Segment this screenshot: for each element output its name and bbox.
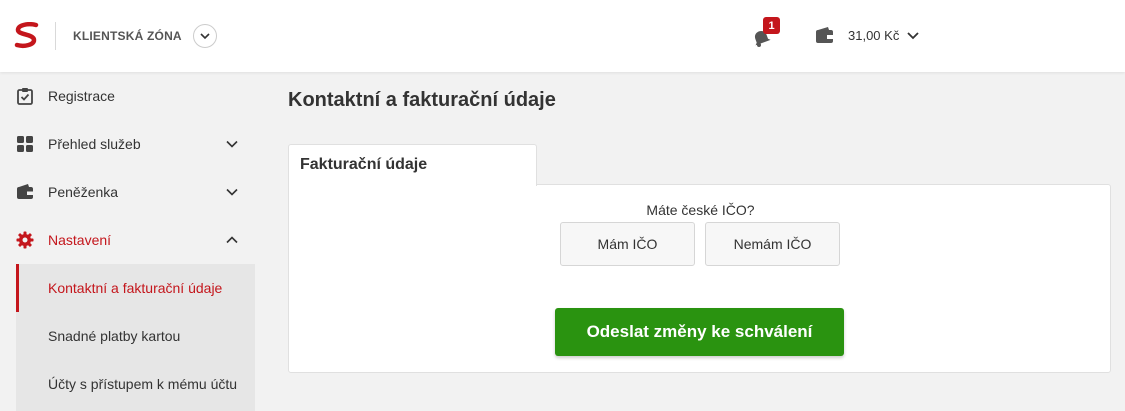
submenu-item-label: Účty s přístupem k mému účtu [48, 376, 238, 392]
sidebar-item-label: Nastavení [48, 232, 112, 248]
notification-count-badge: 1 [763, 17, 780, 34]
billing-panel: Máte české IČO? Mám IČO Nemám IČO Odesla… [288, 184, 1111, 373]
sidebar-item-penezenka[interactable]: Peněženka [0, 168, 255, 216]
zone-dropdown-button[interactable] [193, 24, 217, 48]
header-divider [55, 22, 56, 50]
no-ico-button[interactable]: Nemám IČO [705, 222, 840, 266]
ico-question: Máte české IČO? [646, 202, 755, 218]
sidebar-item-label: Peněženka [48, 184, 119, 200]
logo-icon[interactable] [14, 22, 40, 50]
wallet-balance[interactable]: 31,00 Kč [848, 28, 899, 43]
tab-label: Fakturační údaje [300, 156, 428, 173]
clipboard-check-icon [17, 88, 33, 105]
zone-label: KLIENTSKÁ ZÓNA [73, 29, 182, 43]
chevron-down-icon [200, 33, 210, 40]
sidebar-item-prehled-sluzeb[interactable]: Přehled služeb [0, 120, 255, 168]
sidebar: Registrace Přehled služeb Peněženka Nast… [0, 72, 255, 411]
submenu-item-account-access[interactable]: Účty s přístupem k mému účtu [16, 360, 255, 408]
chevron-up-icon [226, 236, 238, 244]
submenu-item-contact-billing[interactable]: Kontaktní a fakturační údaje [16, 264, 255, 312]
wallet-icon[interactable] [815, 26, 834, 45]
tab-billing-info[interactable]: Fakturační údaje [288, 144, 537, 186]
chevron-down-icon [226, 140, 238, 148]
has-ico-button[interactable]: Mám IČO [560, 222, 695, 266]
settings-submenu: Kontaktní a fakturační údaje Snadné plat… [16, 264, 255, 411]
wallet-icon [17, 184, 33, 199]
chevron-down-icon [226, 188, 238, 196]
sidebar-item-label: Přehled služeb [48, 136, 141, 152]
chevron-down-icon[interactable] [906, 29, 920, 43]
top-header: KLIENTSKÁ ZÓNA 1 31,00 Kč [0, 0, 1125, 72]
sidebar-item-label: Registrace [48, 88, 115, 104]
gear-icon [16, 231, 34, 249]
page-title: Kontaktní a fakturační údaje [288, 89, 556, 111]
submit-changes-button[interactable]: Odeslat změny ke schválení [555, 308, 844, 356]
submenu-item-card-payments[interactable]: Snadné platby kartou [16, 312, 255, 360]
grid-icon [17, 136, 33, 152]
submenu-item-label: Kontaktní a fakturační údaje [48, 280, 223, 296]
sidebar-item-nastaveni[interactable]: Nastavení [0, 216, 255, 264]
submenu-item-label: Snadné platby kartou [48, 328, 181, 344]
sidebar-item-registrace[interactable]: Registrace [0, 72, 255, 120]
